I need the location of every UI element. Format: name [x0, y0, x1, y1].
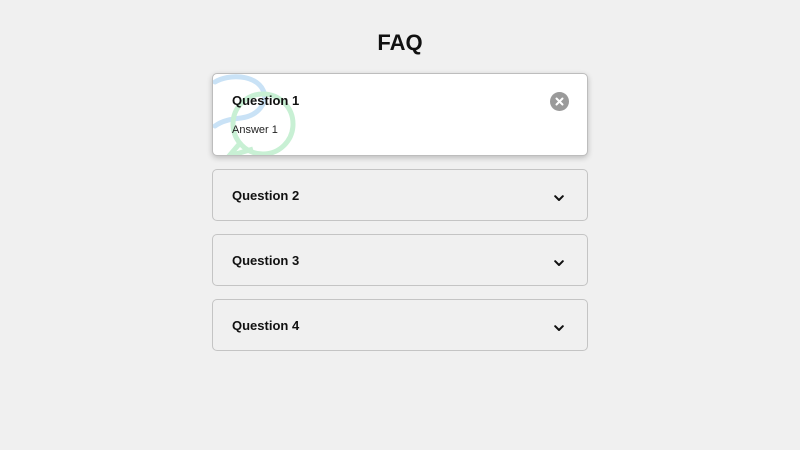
chevron-down-icon	[554, 259, 564, 266]
close-button[interactable]	[550, 92, 569, 111]
faq-item-2[interactable]: Question 2	[212, 169, 588, 221]
page-title: FAQ	[377, 30, 423, 55]
chevron-down-icon	[554, 324, 564, 331]
faq-question: Question 4	[232, 318, 300, 333]
expand-button[interactable]	[549, 253, 569, 273]
expand-button[interactable]	[549, 188, 569, 208]
faq-item-4[interactable]: Question 4	[212, 299, 588, 351]
expand-button[interactable]	[549, 318, 569, 338]
speech-bubbles-icon	[213, 74, 296, 155]
faq-answer: Answer 1	[232, 124, 278, 136]
faq-page: FAQ Question 1 Answer 1 Question 2 Quest…	[0, 0, 800, 450]
faq-item-1[interactable]: Question 1 Answer 1	[212, 73, 588, 156]
chevron-down-icon	[554, 194, 564, 201]
faq-item-3[interactable]: Question 3	[212, 234, 588, 286]
faq-list: Question 1 Answer 1 Question 2 Question …	[212, 73, 588, 364]
faq-question: Question 2	[232, 188, 300, 203]
faq-question: Question 3	[232, 253, 300, 268]
close-icon	[555, 97, 564, 106]
faq-question: Question 1	[232, 93, 300, 108]
